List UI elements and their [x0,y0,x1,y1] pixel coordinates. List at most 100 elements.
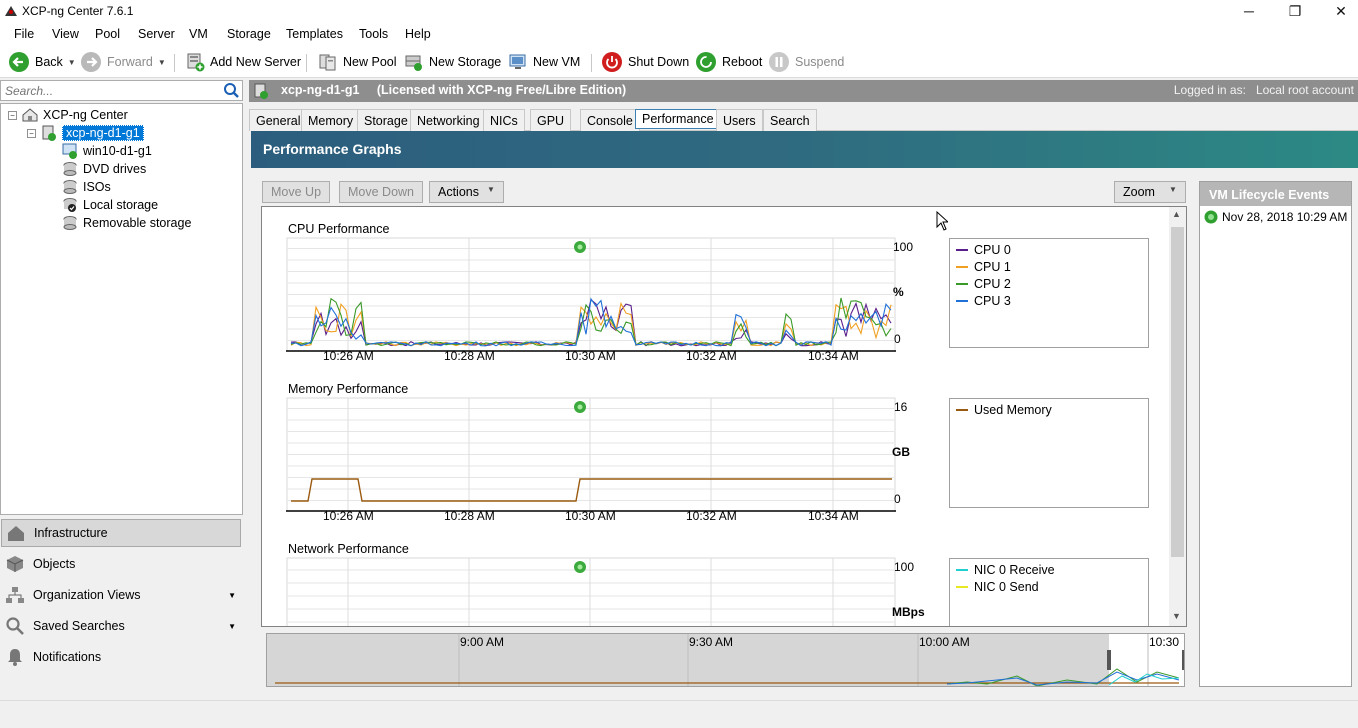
menu-vm[interactable]: VM [189,27,208,41]
maximize-button[interactable]: ❐ [1272,0,1318,22]
actions-dropdown[interactable]: Actions ▼ [429,181,504,203]
scroll-up-icon[interactable]: ▲ [1172,209,1181,219]
menu-view[interactable]: View [52,27,79,41]
tree-item-label: Removable storage [83,216,192,230]
add-new-server-button[interactable]: Add New Server [185,52,301,72]
performance-banner: Performance Graphs [251,131,1358,168]
tab-gpu[interactable]: GPU [530,109,572,131]
search-input[interactable] [1,81,216,100]
tab-console[interactable]: Console [580,109,640,131]
x-tick: 10:32 AM [686,509,737,523]
menu-tools[interactable]: Tools [359,27,388,41]
collapse-toggle[interactable]: − [27,128,36,138]
nav-saved-searches[interactable]: Saved Searches ▼ [1,612,241,640]
menu-storage[interactable]: Storage [227,27,271,41]
suspend-button[interactable]: Suspend [768,51,844,73]
cpu-ymax: 100 [893,240,914,254]
back-button[interactable]: Back ▼ [8,51,76,73]
tree-item-isos[interactable]: ISOs [62,178,111,196]
login-info: Logged in as: Local root account [1174,83,1354,97]
event-item[interactable]: Nov 28, 2018 10:29 AM [1200,206,1351,224]
status-bar [0,700,1358,728]
network-ymax: 100 [894,560,915,574]
timeline-tick: 9:00 AM [460,635,505,649]
legend-item[interactable]: Used Memory [950,401,1148,418]
legend-item[interactable]: CPU 3 [950,292,1148,309]
network-graph[interactable] [286,557,896,627]
dropdown-icon[interactable]: ▼ [228,622,236,631]
scroll-down-icon[interactable]: ▼ [1172,611,1181,621]
forward-dropdown-icon[interactable]: ▼ [158,58,166,67]
network-legend: NIC 0 Receive NIC 0 Send [949,558,1149,626]
menu-file[interactable]: File [14,27,34,41]
collapse-toggle[interactable]: − [8,110,17,120]
legend-swatch [956,282,968,285]
tree-item-removable-storage[interactable]: Removable storage [62,214,191,232]
nav-label: Organization Views [33,588,141,602]
close-button[interactable]: ✕ [1318,0,1358,22]
add-server-icon [187,53,205,72]
reboot-button[interactable]: Reboot [695,51,762,73]
new-vm-button[interactable]: New VM [508,52,580,72]
forward-button[interactable]: Forward ▼ [80,51,166,73]
reboot-icon [696,52,716,72]
vm-running-icon [62,143,77,159]
nav-label: Objects [33,557,76,571]
minimize-button[interactable]: ─ [1226,0,1272,22]
tab-general[interactable]: General [249,109,308,131]
vm-start-event-marker-center [577,244,583,250]
zoom-dropdown[interactable]: Zoom ▼ [1114,181,1186,203]
dropdown-icon[interactable]: ▼ [228,591,236,600]
legend-item[interactable]: CPU 2 [950,275,1148,292]
drive-icon [63,180,77,194]
timeline-navigator[interactable]: 9:00 AM 9:30 AM 10:00 AM 10:30 [266,633,1185,687]
home-icon [8,526,24,541]
nav-infrastructure[interactable]: Infrastructure [1,519,241,547]
actions-label: Actions [438,185,479,199]
tab-search[interactable]: Search [763,109,817,131]
home-icon [22,108,38,122]
timeline-left-handle [1107,650,1111,670]
nav-objects[interactable]: Objects [1,550,241,578]
tree-item-local-storage[interactable]: Local storage [62,196,158,214]
legend-item[interactable]: CPU 0 [950,241,1148,258]
default-storage-icon [63,198,77,212]
tab-users[interactable]: Users [716,109,763,131]
tab-performance[interactable]: Performance [635,109,721,129]
move-down-button[interactable]: Move Down [339,181,423,203]
back-dropdown-icon[interactable]: ▼ [68,58,76,67]
x-tick: 10:28 AM [444,349,495,363]
new-vm-label: New VM [533,55,581,69]
menu-pool[interactable]: Pool [95,27,120,41]
license-text: (Licensed with XCP-ng Free/Libre Edition… [376,83,627,97]
nav-organization-views[interactable]: Organization Views ▼ [1,581,241,609]
tree-item-dvd[interactable]: DVD drives [62,160,146,178]
move-up-button[interactable]: Move Up [262,181,331,203]
shut-down-button[interactable]: Shut Down [601,51,689,73]
search-icon[interactable] [223,82,240,99]
legend-swatch [956,408,968,411]
drive-icon [63,216,77,230]
tab-nics[interactable]: NICs [483,109,525,131]
legend-label: Used Memory [974,402,1052,417]
tab-networking[interactable]: Networking [410,109,487,131]
tree-item-vm[interactable]: win10-d1-g1 [62,142,152,160]
tree-host[interactable]: − xcp-ng-d1-g1 [27,124,144,142]
x-tick: 10:30 AM [565,349,616,363]
menu-help[interactable]: Help [405,27,431,41]
scrollbar-thumb[interactable] [1171,227,1184,557]
nav-notifications[interactable]: Notifications [1,643,241,671]
menu-server[interactable]: Server [138,27,175,41]
new-pool-button[interactable]: New Pool [318,52,397,72]
nav-label: Saved Searches [33,619,125,633]
tab-memory[interactable]: Memory [301,109,361,131]
tree-root[interactable]: − XCP-ng Center [8,106,128,124]
legend-item[interactable]: NIC 0 Receive [950,561,1148,578]
cpu-graph[interactable] [286,237,896,352]
memory-graph[interactable] [286,397,896,512]
new-storage-button[interactable]: New Storage [404,52,501,72]
menu-templates[interactable]: Templates [286,27,343,41]
legend-item[interactable]: NIC 0 Send [950,578,1148,595]
legend-item[interactable]: CPU 1 [950,258,1148,275]
tab-storage[interactable]: Storage [357,109,415,131]
